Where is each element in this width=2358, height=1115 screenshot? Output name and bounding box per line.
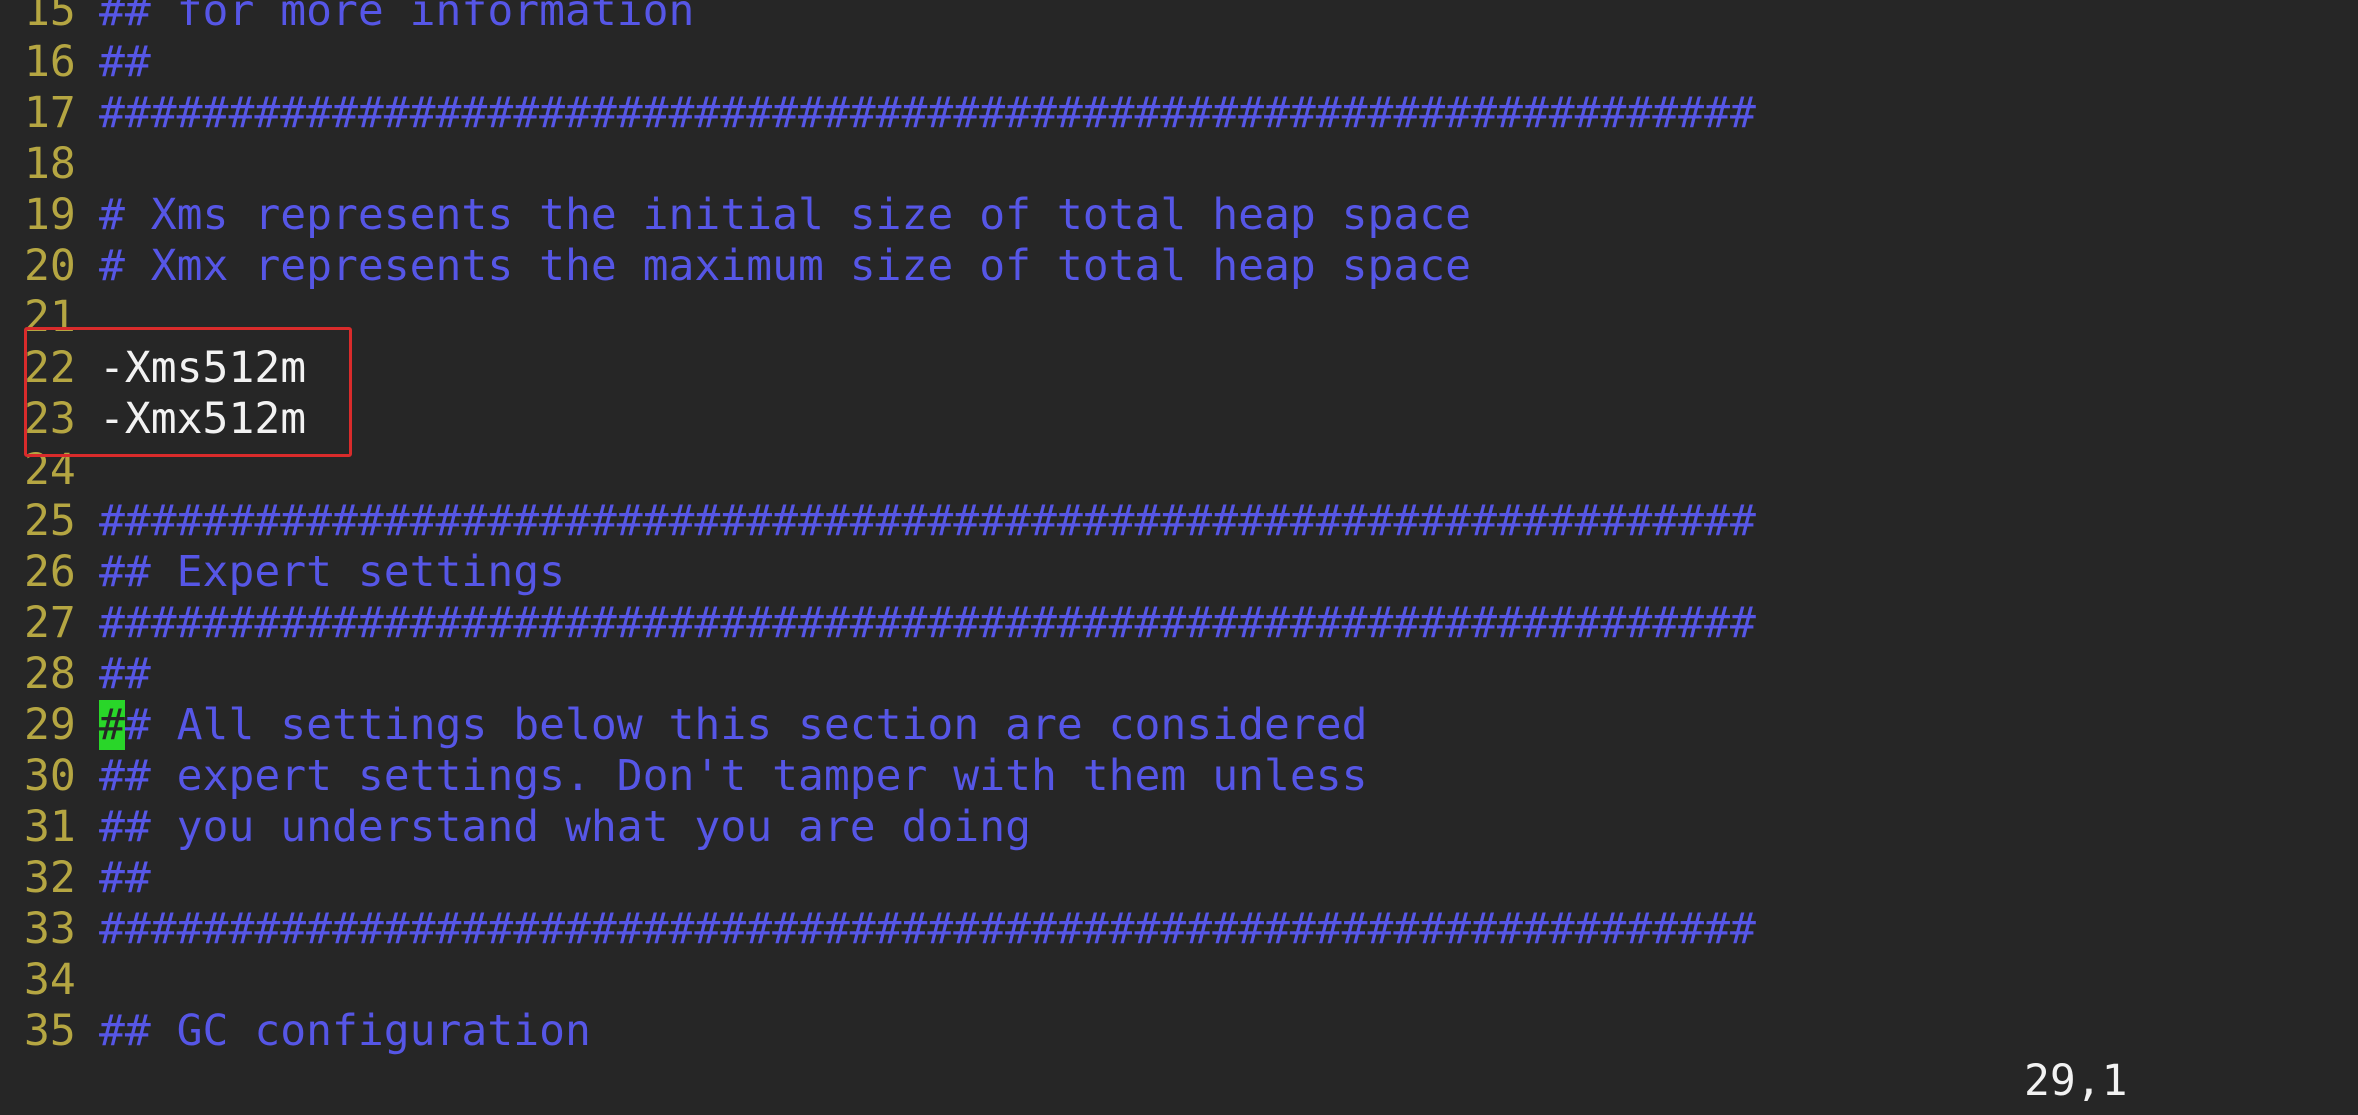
line-number: 33	[24, 904, 76, 954]
line-text[interactable]: ## expert settings. Don't tamper with th…	[99, 751, 1368, 802]
line-text[interactable]: # Xms represents the initial size of tot…	[99, 190, 1471, 241]
line-number: 16	[24, 37, 76, 87]
line-number: 32	[24, 853, 76, 903]
line-text[interactable]: ########################################…	[99, 598, 1756, 649]
text-cursor: #	[99, 700, 125, 750]
editor-line[interactable]: 31 ## you understand what you are doing	[0, 802, 2358, 853]
line-text-content: # All settings below this section are co…	[124, 700, 1368, 750]
editor-line[interactable]: 34	[0, 955, 2358, 1006]
line-text[interactable]: ##	[99, 649, 151, 700]
line-number: 17	[24, 88, 76, 138]
editor-line[interactable]: 18	[0, 139, 2358, 190]
line-number: 19	[24, 190, 76, 240]
editor-line[interactable]: 30 ## expert settings. Don't tamper with …	[0, 751, 2358, 802]
editor-text-area[interactable]: 15 ## for more information 16 ## 17 #########…	[0, 0, 2358, 1057]
editor-line[interactable]: 32 ##	[0, 853, 2358, 904]
editor-line[interactable]: 33 ######################################…	[0, 904, 2358, 955]
line-text[interactable]: ## you understand what you are doing	[99, 802, 1031, 853]
line-number: 34	[24, 955, 76, 1005]
cursor-position-indicator: 29,1	[2024, 1056, 2128, 1106]
editor-line[interactable]: 23 -Xmx512m	[0, 394, 2358, 445]
line-number: 27	[24, 598, 76, 648]
line-text[interactable]: ##	[99, 37, 151, 88]
line-text[interactable]: ########################################…	[99, 904, 1756, 955]
line-text[interactable]: ## Expert settings	[99, 547, 565, 598]
line-text[interactable]: ## All settings below this section are c…	[99, 700, 1368, 751]
line-number: 28	[24, 649, 76, 699]
line-number: 30	[24, 751, 76, 801]
line-text[interactable]: # Xmx represents the maximum size of tot…	[99, 241, 1471, 292]
editor-line[interactable]: 17 ######################################…	[0, 88, 2358, 139]
editor-line[interactable]: 29 ## All settings below this section are…	[0, 700, 2358, 751]
line-number: 18	[24, 139, 76, 189]
editor-line[interactable]: 24	[0, 445, 2358, 496]
line-number: 25	[24, 496, 76, 546]
line-number: 26	[24, 547, 76, 597]
editor-line[interactable]: 21	[0, 292, 2358, 343]
highlight-box	[24, 327, 352, 457]
editor-line[interactable]: 25 ######################################…	[0, 496, 2358, 547]
editor-line[interactable]: 27 ######################################…	[0, 598, 2358, 649]
line-number: 35	[24, 1006, 76, 1056]
line-text[interactable]: ########################################…	[99, 88, 1756, 139]
line-text[interactable]: ########################################…	[99, 496, 1756, 547]
editor-line[interactable]: 22 -Xms512m	[0, 343, 2358, 394]
editor-line[interactable]: 28 ##	[0, 649, 2358, 700]
editor-line[interactable]: 15 ## for more information	[0, 0, 2358, 37]
line-number: 29	[24, 700, 76, 750]
line-text[interactable]: ##	[99, 853, 151, 904]
editor-line[interactable]: 16 ##	[0, 37, 2358, 88]
line-text[interactable]: ## GC configuration	[99, 1006, 591, 1057]
editor-line[interactable]: 26 ## Expert settings	[0, 547, 2358, 598]
editor-line[interactable]: 20 # Xmx represents the maximum size of t…	[0, 241, 2358, 292]
line-text[interactable]: ## for more information	[99, 0, 694, 37]
editor-line[interactable]: 35 ## GC configuration	[0, 1006, 2358, 1057]
line-number: 20	[24, 241, 76, 291]
editor-line[interactable]: 19 # Xms represents the initial size of t…	[0, 190, 2358, 241]
line-number: 31	[24, 802, 76, 852]
line-number: 15	[24, 0, 76, 36]
